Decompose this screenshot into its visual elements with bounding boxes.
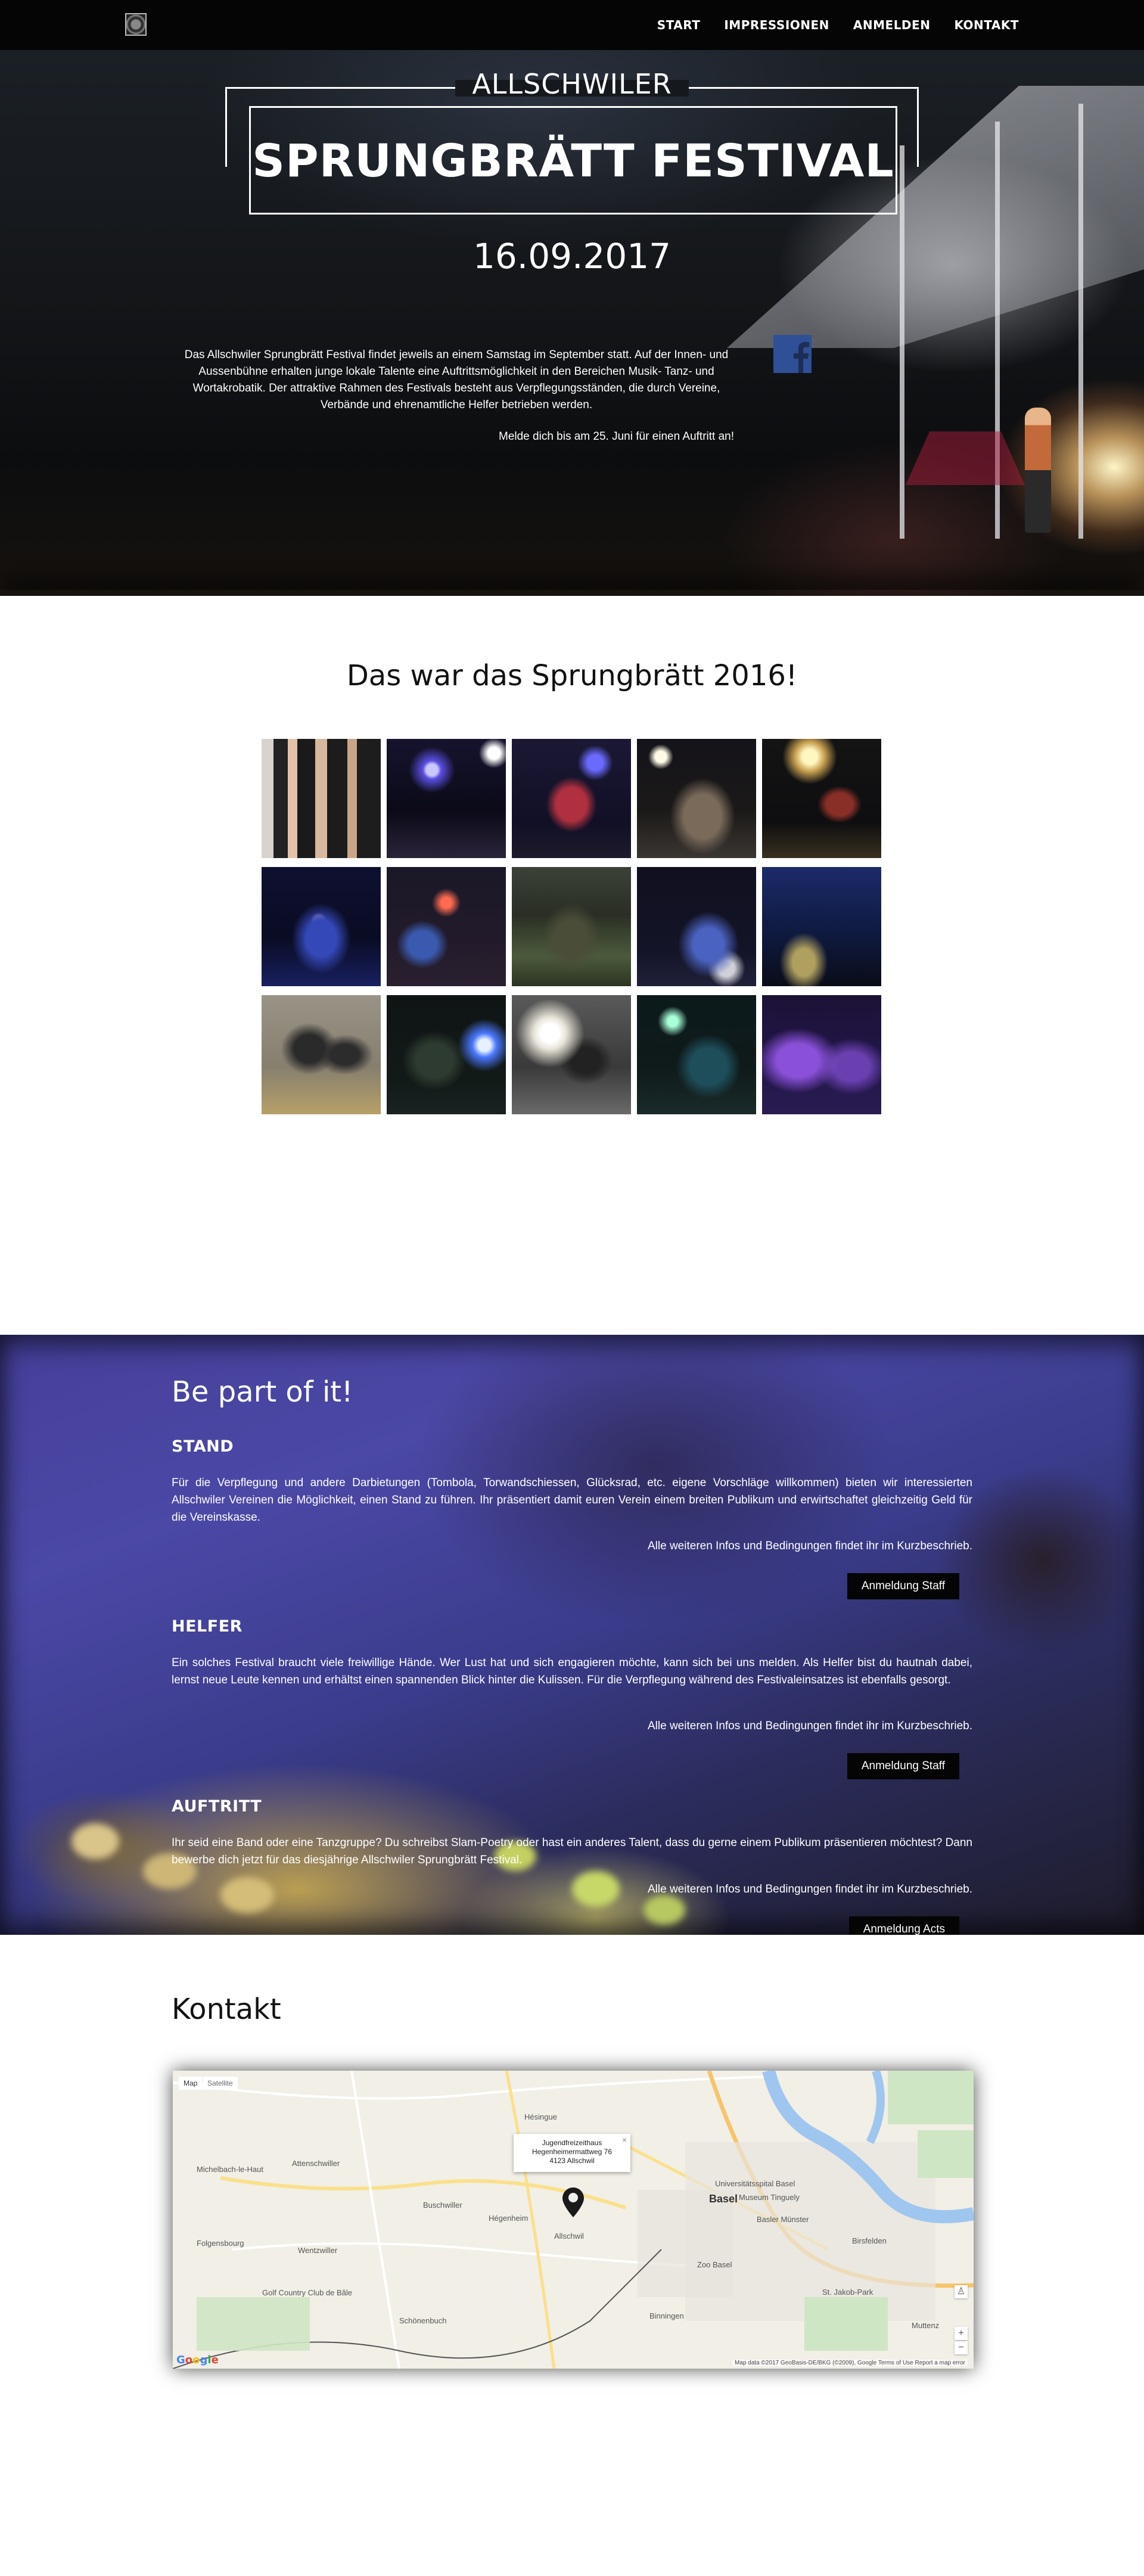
nav-menu: START IMPRESSIONEN ANMELDEN KONTAKT [657, 0, 1019, 50]
tent-pole [1078, 104, 1083, 539]
helfer-text: Ein solches Festival braucht viele freiw… [172, 1657, 972, 1686]
gallery-photo[interactable] [512, 739, 631, 858]
map-label-hesingue: Hésingue [524, 2112, 557, 2121]
hero-title: SPRUNGBRÄTT FESTIVAL [252, 133, 894, 187]
zoom-out-button[interactable]: − [955, 2341, 968, 2354]
close-icon[interactable]: × [622, 2136, 627, 2145]
map-label-muenster: Basler Münster [757, 2215, 809, 2224]
hero-date: 16.09.2017 [472, 236, 672, 276]
gallery-photo[interactable] [512, 995, 631, 1114]
hero-description: Das Allschwiler Sprungbrätt Festival fin… [184, 349, 729, 411]
nav-item-kontakt[interactable]: KONTAKT [954, 18, 1019, 32]
map-label-schoenenbuch: Schönenbuch [399, 2316, 447, 2325]
hero-title-box: SPRUNGBRÄTT FESTIVAL [249, 106, 897, 215]
gallery-photo[interactable] [512, 867, 631, 986]
gallery-photo[interactable] [262, 867, 381, 986]
facebook-button[interactable] [773, 335, 812, 373]
gallery-photo[interactable] [387, 867, 506, 986]
pegman-icon[interactable]: ♙ [955, 2285, 968, 2298]
stand-text: Für die Verpflegung und andere Darbietun… [172, 1477, 972, 1524]
map-label-unispital: Universitätsspital Basel [715, 2179, 795, 2188]
hero-top-label: ALLSCHWILER [472, 68, 672, 100]
stand-signup-button[interactable]: Anmeldung Staff [847, 1573, 959, 1599]
map-label-jakob: St. Jakob-Park [822, 2288, 873, 2297]
map-label-binningen: Binningen [649, 2311, 684, 2320]
helfer-info: Alle weiteren Infos und Bedingungen find… [648, 1720, 972, 1732]
nav-item-impressionen[interactable]: IMPRESSIONEN [724, 18, 829, 32]
map-label-birsfelden: Birsfelden [852, 2236, 887, 2245]
helfer-signup-button[interactable]: Anmeldung Staff [847, 1753, 959, 1779]
nav-item-start[interactable]: START [657, 18, 701, 32]
map-label-wentzwiller: Wentzwiller [298, 2246, 338, 2255]
map-label-golf: Golf Country Club de Bâle [262, 2288, 353, 2297]
gallery-photo[interactable] [387, 995, 506, 1114]
site-logo[interactable] [125, 13, 147, 36]
map-pin-icon[interactable] [562, 2187, 584, 2217]
impressions-title: Das war das Sprungbrätt 2016! [346, 659, 798, 692]
google-map[interactable]: Map Satellite Hégenheim Allschwil Basel … [173, 2071, 974, 2369]
gallery-photo[interactable] [637, 867, 756, 986]
map-label-hegenheim: Hégenheim [489, 2214, 529, 2223]
map-tab-satellite[interactable]: Satellite [203, 2077, 238, 2090]
gallery-photo[interactable] [637, 739, 756, 858]
map-label-muttenz: Muttenz [912, 2321, 940, 2330]
popup-line-2: Hegenheimermattweg 76 [531, 2148, 613, 2156]
be-part-title: Be part of it! [172, 1375, 353, 1409]
top-navbar: START IMPRESSIONEN ANMELDEN KONTAKT [0, 0, 1144, 50]
stand-info: Alle weiteren Infos und Bedingungen find… [648, 1540, 972, 1552]
nav-item-anmelden[interactable]: ANMELDEN [853, 18, 931, 32]
popup-line-1: Jugendfreizeithaus [542, 2139, 602, 2147]
map-canvas [173, 2071, 974, 2369]
photo-gallery [262, 739, 882, 1114]
zoom-in-button[interactable]: + [955, 2327, 968, 2340]
map-attribution: Map data ©2017 GeoBasis-DE/BKG (©2009), … [732, 2360, 968, 2366]
background-blur-key [72, 1823, 119, 1859]
gallery-photo[interactable] [762, 995, 881, 1114]
kontakt-title: Kontakt [172, 1993, 281, 2026]
auftritt-signup-button[interactable]: Anmeldung Acts [848, 1916, 959, 1935]
gallery-photo[interactable] [387, 739, 506, 858]
gallery-photo[interactable] [262, 739, 381, 858]
hero-cta-text: Melde dich bis am 25. Juni für einen Auf… [499, 430, 734, 443]
google-logo: Google [176, 2354, 219, 2366]
auftritt-heading: AUFTRITT [172, 1797, 262, 1816]
facebook-icon [794, 342, 809, 373]
hero-red-tent [906, 431, 1025, 485]
gallery-photo[interactable] [637, 995, 756, 1114]
gallery-photo[interactable] [762, 739, 881, 858]
map-label-buschwiller: Buschwiller [423, 2201, 462, 2210]
map-label-zoo: Zoo Basel [697, 2260, 732, 2269]
auftritt-text: Ihr seid eine Band oder eine Tanzgruppe?… [172, 1837, 972, 1866]
map-label-michelbach: Michelbach-le-Haut [197, 2165, 263, 2174]
stand-heading: STAND [172, 1437, 234, 1456]
be-part-section: Be part of it! STAND Für die Verpflegung… [0, 1335, 1144, 1935]
helfer-heading: HELFER [172, 1617, 243, 1636]
popup-line-3: 4123 Allschwil [549, 2156, 595, 2165]
map-label-museum: Museum Tinguely [739, 2193, 800, 2202]
map-label-folgensbourg: Folgensbourg [197, 2239, 244, 2248]
map-tab-map[interactable]: Map [179, 2077, 203, 2090]
gallery-photo[interactable] [762, 867, 881, 986]
be-part-content: Be part of it! STAND Für die Verpflegung… [172, 1335, 972, 1935]
hero-section: ALLSCHWILER SPRUNGBRÄTT FESTIVAL 16.09.2… [0, 50, 1144, 596]
map-label-attenschwiller: Attenschwiller [292, 2159, 340, 2168]
hero-performer [1025, 408, 1051, 533]
map-label-allschwil: Allschwil [554, 2232, 584, 2241]
map-label-basel: Basel [709, 2193, 738, 2205]
map-info-popup: Jugendfreizeithaus Hegenheimermattweg 76… [514, 2134, 630, 2172]
auftritt-info: Alle weiteren Infos und Bedingungen find… [648, 1883, 972, 1896]
gallery-photo[interactable] [262, 995, 381, 1114]
tent-pole [900, 145, 904, 539]
